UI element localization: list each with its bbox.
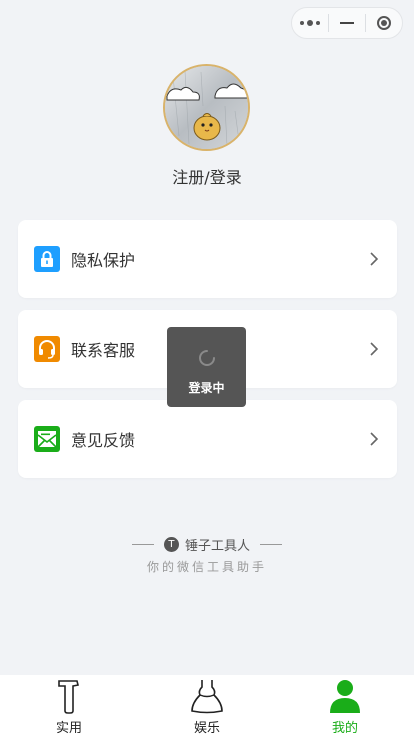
brand-tagline: 你的微信工具助手	[146, 560, 267, 574]
dress-icon	[191, 680, 223, 714]
menu-item-feedback[interactable]: 意见反馈	[18, 400, 397, 478]
hammer-icon	[58, 680, 79, 714]
tab-entertainment[interactable]: 娱乐	[138, 675, 276, 736]
target-circle-icon	[377, 16, 391, 30]
tab-mine[interactable]: 我的	[276, 675, 414, 736]
avatar[interactable]	[163, 64, 250, 151]
tab-label: 我的	[331, 721, 358, 736]
toast-message: 登录中	[188, 381, 225, 395]
minus-icon	[340, 22, 354, 24]
more-dots-icon	[300, 20, 320, 26]
menu-item-label: 意见反馈	[71, 431, 136, 450]
footer-brand: T 锤子工具人	[0, 535, 414, 554]
menu-item-privacy[interactable]: 隐私保护	[18, 220, 397, 298]
feedback-mail-icon	[34, 426, 60, 452]
tab-label: 实用	[55, 721, 82, 736]
tab-utility[interactable]: 实用	[0, 675, 138, 736]
headset-icon	[34, 336, 60, 362]
divider-line	[131, 544, 154, 545]
lock-icon	[34, 246, 60, 272]
miniprogram-capsule	[291, 7, 403, 39]
tab-label: 娱乐	[193, 721, 220, 736]
menu-item-label: 隐私保护	[71, 251, 136, 270]
loading-toast: 登录中	[167, 327, 246, 407]
login-link[interactable]: 注册/登录	[0, 164, 414, 188]
person-icon	[330, 680, 360, 713]
chevron-right-icon	[370, 342, 379, 356]
close-button[interactable]	[366, 8, 402, 38]
chevron-right-icon	[370, 432, 379, 446]
brand-logo-icon: T	[163, 537, 179, 552]
brand-name: 锤子工具人	[184, 539, 250, 554]
minimize-button[interactable]	[329, 8, 365, 38]
divider-line	[260, 544, 282, 545]
avatar-cartoon-chick	[165, 66, 248, 149]
loading-spinner-icon	[198, 350, 215, 366]
more-button[interactable]	[292, 8, 328, 38]
chevron-right-icon	[370, 252, 379, 266]
tab-bar: 实用 娱乐 我的	[0, 675, 414, 736]
